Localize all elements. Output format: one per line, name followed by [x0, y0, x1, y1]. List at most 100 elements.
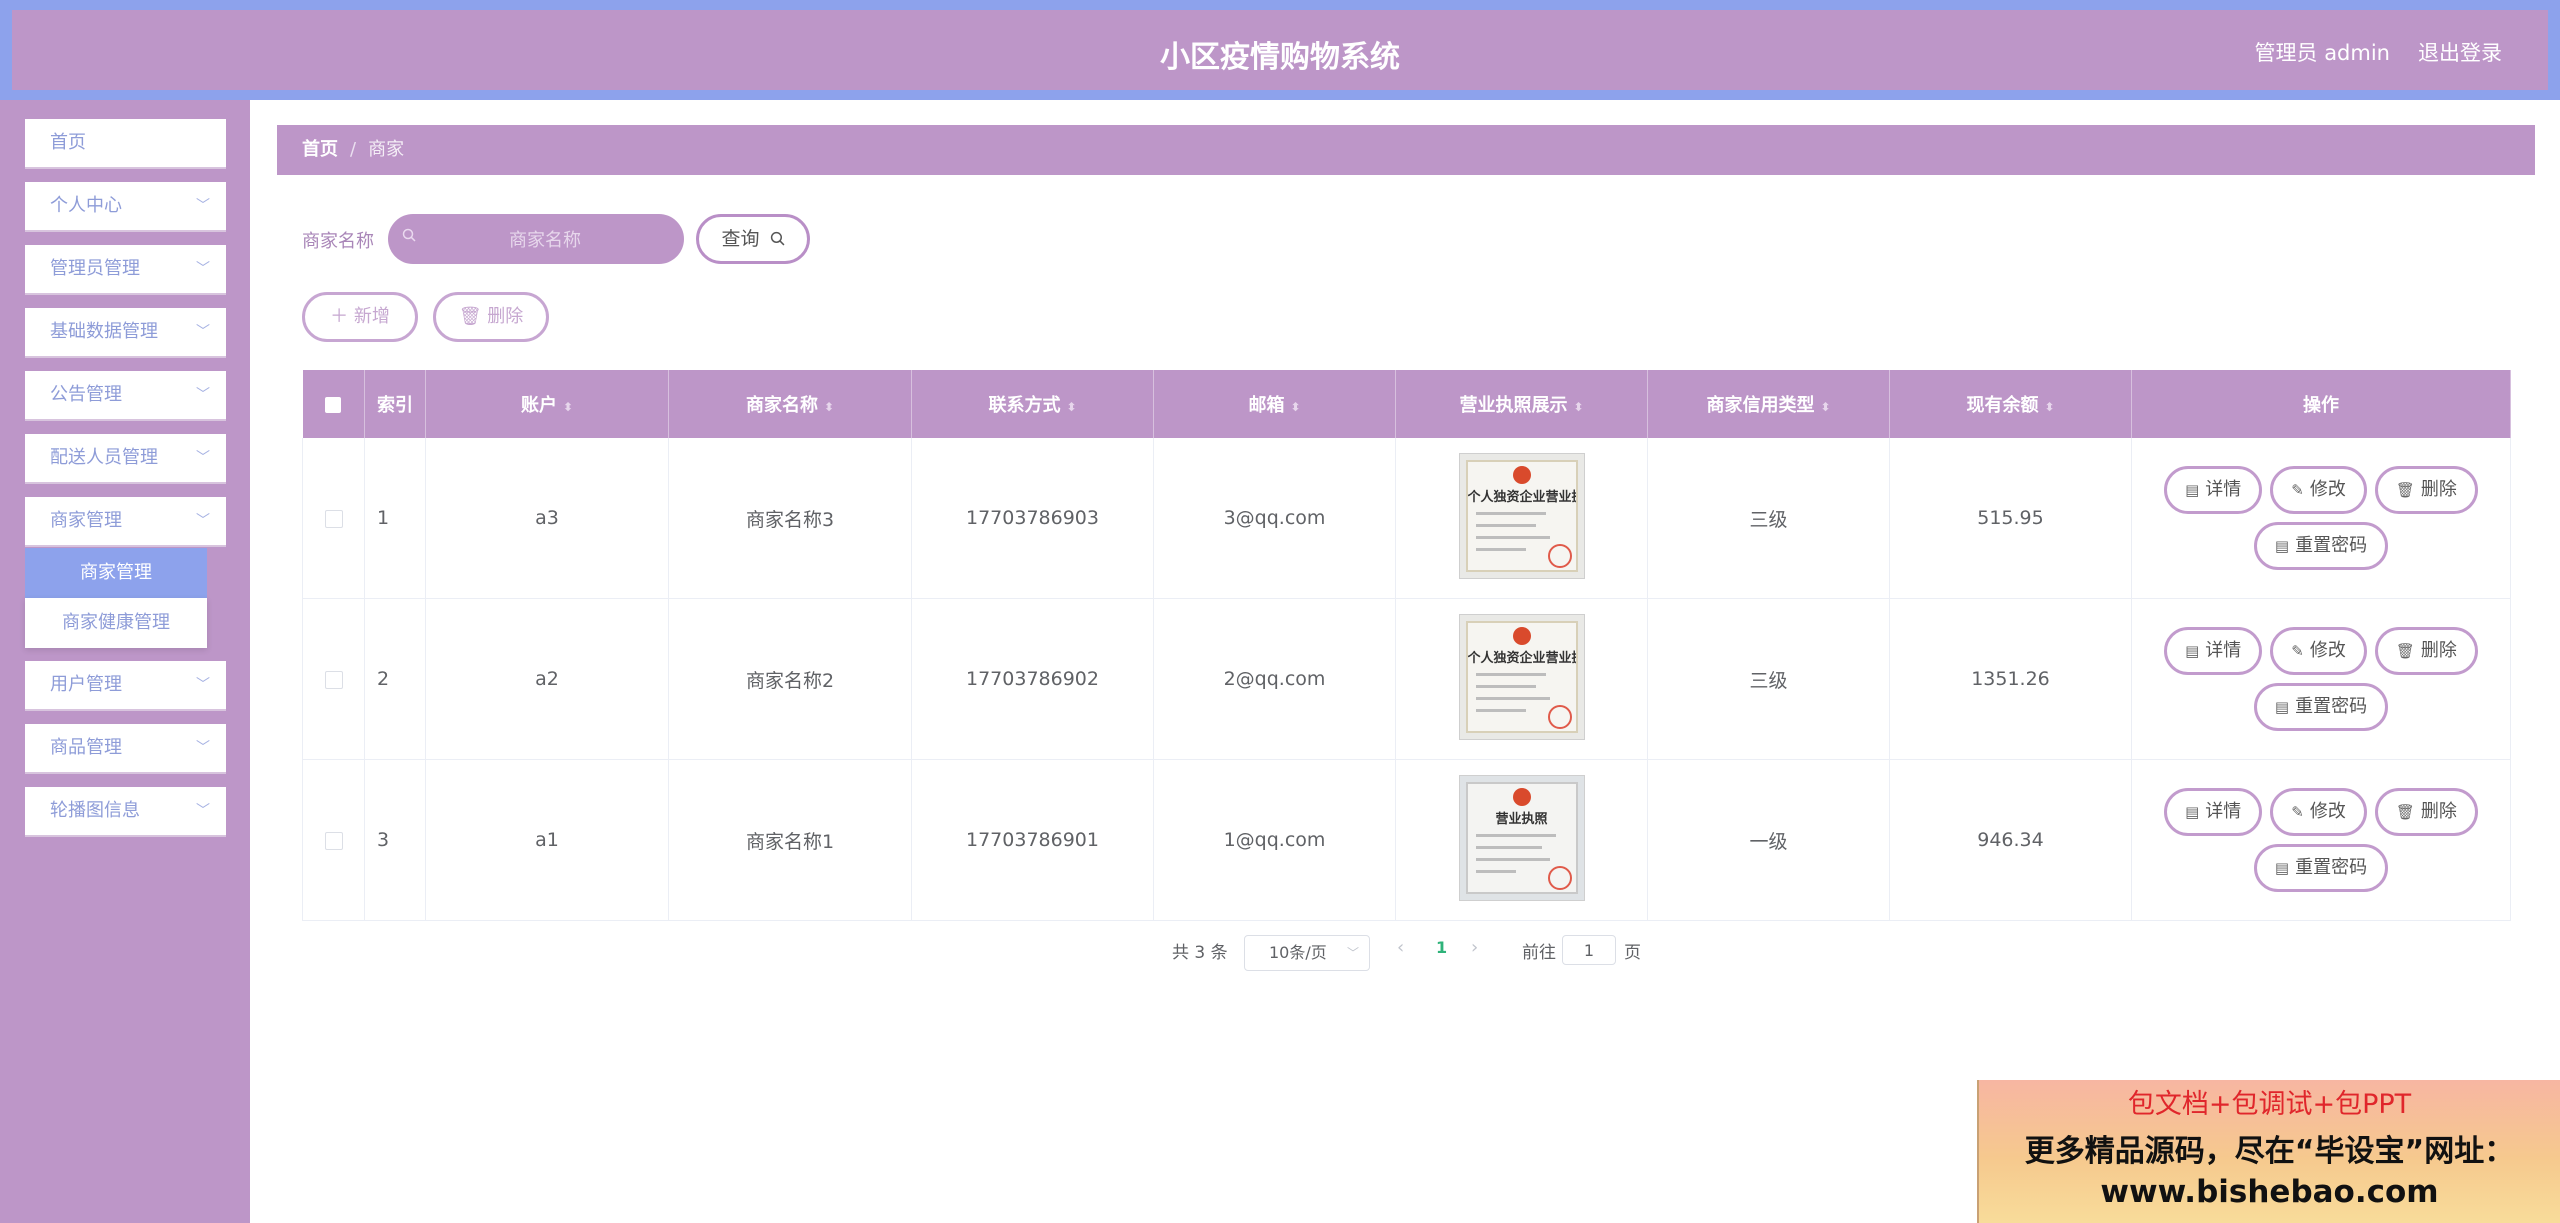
column-header[interactable]: 账户 ⬍: [425, 370, 669, 438]
sort-icon[interactable]: ⬍: [1290, 400, 1300, 414]
text-line: [1475, 672, 1546, 676]
seal-icon: [1547, 704, 1572, 729]
chevron-down-icon: ﹀: [196, 387, 210, 403]
column-header[interactable]: 联系方式 ⬍: [911, 370, 1154, 438]
search-box: [388, 214, 684, 266]
edit-button[interactable]: ✎ 修改: [2270, 627, 2367, 675]
cell-balance: 1351.26: [1889, 598, 2132, 760]
text-line: [1475, 708, 1526, 712]
sidebar-item-merchant[interactable]: 商家管理 ﹀: [25, 497, 226, 547]
row-select-cell[interactable]: [302, 598, 365, 760]
delete-button[interactable]: 🗑 删除: [2374, 627, 2478, 675]
next-page-button[interactable]: ›: [1471, 937, 1478, 958]
edit-button[interactable]: ✎ 修改: [2270, 788, 2367, 836]
sidebar-item-carousel[interactable]: 轮播图信息 ﹀: [25, 787, 226, 837]
cell-merchant-name: 商家名称2: [668, 598, 912, 760]
sort-icon[interactable]: ⬍: [1066, 400, 1076, 414]
column-header: 索引: [364, 370, 426, 438]
breadcrumb-home[interactable]: 首页: [302, 139, 338, 160]
detail-button[interactable]: ▤ 详情: [2164, 466, 2263, 514]
sidebar-item-users[interactable]: 用户管理 ﹀: [25, 661, 226, 711]
page-size-value: 10条/页: [1269, 943, 1327, 962]
batch-delete-button[interactable]: 🗑 删除: [433, 292, 549, 342]
column-header[interactable]: 现有余额 ⬍: [1889, 370, 2132, 438]
page-size-select[interactable]: 10条/页 ﹀: [1244, 935, 1370, 971]
sidebar-item-profile[interactable]: 个人中心 ﹀: [25, 182, 226, 232]
text-line: [1475, 511, 1546, 515]
sidebar-item-label: 轮播图信息: [50, 800, 140, 821]
sidebar-item-delivery[interactable]: 配送人员管理 ﹀: [25, 434, 226, 484]
cell-index: 1: [364, 438, 426, 599]
chevron-down-icon: ﹀: [196, 450, 210, 466]
chevron-down-icon: ﹀: [196, 677, 210, 693]
text-line: [1475, 869, 1516, 873]
column-header[interactable]: 邮箱 ⬍: [1153, 370, 1396, 438]
row-select-cell[interactable]: [302, 759, 365, 921]
sidebar-item-label: 用户管理: [50, 674, 122, 695]
app-title: 小区疫情购物系统: [1160, 40, 1400, 75]
seal-icon: [1547, 865, 1572, 890]
ad-line-3: www.bishebao.com: [2100, 1174, 2439, 1210]
cell-credit: 三级: [1647, 598, 1890, 760]
emblem-icon: [1512, 465, 1531, 484]
search-input[interactable]: [428, 214, 662, 266]
add-button[interactable]: ＋ 新增: [302, 292, 418, 342]
detail-button[interactable]: ▤ 详情: [2164, 788, 2263, 836]
submenu-merchant-manage[interactable]: 商家管理: [25, 548, 207, 598]
delete-button[interactable]: 🗑 删除: [2374, 466, 2478, 514]
sort-icon[interactable]: ⬍: [563, 400, 573, 414]
page-suffix: 页: [1624, 943, 1641, 963]
column-header[interactable]: 营业执照展示 ⬍: [1395, 370, 1648, 438]
query-button[interactable]: 查询: [696, 214, 810, 264]
query-button-label: 查询: [721, 228, 760, 250]
reset-password-button[interactable]: ▤ 重置密码: [2253, 522, 2389, 570]
cell-balance: 946.34: [1889, 759, 2132, 921]
license-thumbnail[interactable]: 个人独资企业营业执照: [1458, 613, 1585, 740]
license-thumbnail[interactable]: 个人独资企业营业执照: [1458, 452, 1585, 579]
delete-button[interactable]: 🗑 删除: [2374, 788, 2478, 836]
cell-merchant-name: 商家名称3: [668, 438, 912, 599]
breadcrumb-current: 商家: [368, 139, 405, 160]
logout-link[interactable]: 退出登录: [2418, 37, 2502, 67]
sort-icon[interactable]: ⬍: [2044, 400, 2054, 414]
select-all-checkbox[interactable]: [325, 396, 342, 413]
app-header: 小区疫情购物系统 管理员 admin 退出登录: [0, 0, 2560, 100]
page-number[interactable]: 1: [1436, 938, 1447, 957]
pagination-total: 共 3 条: [1172, 943, 1228, 963]
sort-icon[interactable]: ⬍: [1573, 400, 1583, 414]
license-thumbnail[interactable]: 营业执照: [1458, 774, 1585, 901]
submenu-merchant-health[interactable]: 商家健康管理: [25, 598, 207, 648]
sidebar-item-home[interactable]: 首页: [25, 119, 226, 169]
goto-page-input[interactable]: [1562, 935, 1616, 965]
column-header[interactable]: 商家名称 ⬍: [668, 370, 912, 438]
sort-icon[interactable]: ⬍: [824, 400, 834, 414]
edit-button[interactable]: ✎ 修改: [2270, 466, 2367, 514]
sort-icon[interactable]: ⬍: [1820, 400, 1830, 414]
license-title: 个人独资企业营业执照: [1467, 489, 1576, 505]
sidebar-item-label: 商家管理: [50, 510, 122, 531]
row-select-cell[interactable]: [302, 438, 365, 599]
row-checkbox[interactable]: [324, 831, 343, 850]
document-icon: ▤: [2274, 698, 2290, 716]
table-row: 3 a1 商家名称1 17703786901 1@qq.com 营业执照 一级 …: [302, 759, 2511, 921]
reset-password-button[interactable]: ▤ 重置密码: [2253, 683, 2389, 731]
detail-button[interactable]: ▤ 详情: [2164, 627, 2263, 675]
merchant-table: 索引 账户 ⬍ 商家名称 ⬍ 联系方式 ⬍ 邮箱 ⬍ 营业执照展示 ⬍ 商家信用类型 ⬍ 现…: [302, 370, 2511, 921]
sidebar-item-notice[interactable]: 公告管理 ﹀: [25, 371, 226, 421]
column-header[interactable]: 商家信用类型 ⬍: [1647, 370, 1890, 438]
cell-email: 3@qq.com: [1153, 438, 1396, 599]
goto-label: 前往: [1522, 943, 1556, 963]
select-all-cell[interactable]: [302, 370, 365, 438]
text-line: [1475, 696, 1550, 700]
sidebar-item-admin[interactable]: 管理员管理 ﹀: [25, 245, 226, 295]
cell-account: a2: [425, 598, 669, 760]
prev-page-button[interactable]: ‹: [1397, 937, 1404, 958]
cell-account: a1: [425, 759, 669, 921]
row-checkbox[interactable]: [324, 509, 343, 528]
ad-line-2: 更多精品源码，尽在“毕设宝”网址：: [2024, 1134, 2515, 1169]
sidebar-item-basic-data[interactable]: 基础数据管理 ﹀: [25, 308, 226, 358]
sidebar-item-goods[interactable]: 商品管理 ﹀: [25, 724, 226, 774]
row-checkbox[interactable]: [324, 670, 343, 689]
reset-password-button[interactable]: ▤ 重置密码: [2253, 844, 2389, 892]
search-icon: [402, 228, 416, 242]
